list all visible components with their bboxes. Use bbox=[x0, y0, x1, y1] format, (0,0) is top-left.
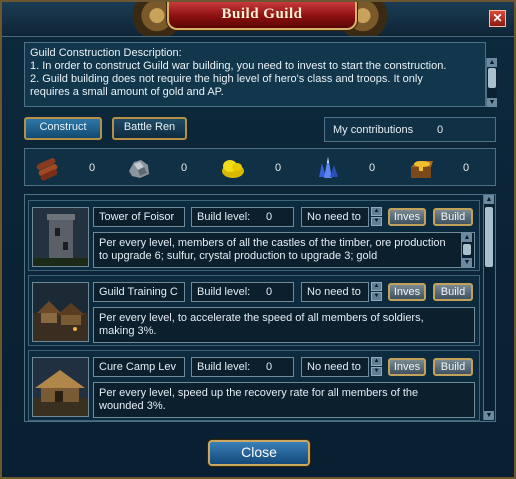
build-level: Build level: 0 bbox=[191, 282, 294, 302]
build-button[interactable]: Build bbox=[433, 358, 473, 376]
build-level-label: Build level: bbox=[197, 361, 251, 373]
gold-value: 0 bbox=[462, 162, 470, 174]
building-name: Cure Camp Lev bbox=[93, 357, 185, 377]
building-row: Tower of Foisor Build level: 0 No need t… bbox=[28, 200, 480, 271]
resource-sulfur: 0 bbox=[213, 155, 303, 181]
build-level-value: 0 bbox=[266, 361, 273, 373]
invest-button[interactable]: Inves bbox=[388, 283, 426, 301]
description-line: 1. In order to construct Guild war build… bbox=[30, 60, 447, 72]
build-level-value: 0 bbox=[266, 211, 273, 223]
build-level: Build level: 0 bbox=[191, 207, 294, 227]
ore-value: 0 bbox=[180, 162, 188, 174]
building-name: Guild Training C bbox=[93, 282, 185, 302]
timber-value: 0 bbox=[88, 162, 96, 174]
scroll-up-icon[interactable]: ▲ bbox=[484, 195, 494, 204]
amount-stepper[interactable]: ▲ ▼ bbox=[371, 357, 382, 377]
resource-bar: 0 0 0 0 0 bbox=[24, 148, 496, 186]
build-level-label: Build level: bbox=[197, 286, 251, 298]
resource-gold: 0 bbox=[401, 155, 491, 181]
scroll-thumb[interactable] bbox=[463, 244, 471, 255]
stepper-down-icon[interactable]: ▼ bbox=[371, 217, 382, 226]
my-contributions: My contributions 0 bbox=[324, 117, 496, 142]
scroll-thumb[interactable] bbox=[485, 207, 493, 267]
invest-amount-field[interactable]: No need to bbox=[301, 207, 369, 227]
build-level: Build level: 0 bbox=[191, 357, 294, 377]
resource-ore: 0 bbox=[119, 155, 209, 181]
building-description: Per every level, to accelerate the speed… bbox=[93, 307, 475, 343]
close-x-icon[interactable]: ✕ bbox=[489, 10, 506, 27]
description-line: 2. Guild building does not require the h… bbox=[30, 73, 423, 85]
invest-button[interactable]: Inves bbox=[388, 358, 426, 376]
building-row: Guild Training C Build level: 0 No need … bbox=[28, 275, 480, 346]
invest-amount-field[interactable]: No need to bbox=[301, 282, 369, 302]
scroll-up-icon[interactable]: ▲ bbox=[487, 58, 497, 67]
building-name: Tower of Foisor bbox=[93, 207, 185, 227]
building-image bbox=[32, 357, 89, 417]
building-image bbox=[32, 282, 89, 342]
ore-icon bbox=[129, 160, 149, 178]
invest-button[interactable]: Inves bbox=[388, 208, 426, 226]
scroll-down-icon[interactable]: ▼ bbox=[484, 411, 494, 420]
build-level-value: 0 bbox=[266, 286, 273, 298]
building-row: Cure Camp Lev Build level: 0 No need to … bbox=[28, 350, 480, 421]
title-plaque: Build Guild bbox=[167, 2, 357, 30]
description-line: Guild Construction Description: bbox=[30, 47, 182, 59]
stepper-down-icon[interactable]: ▼ bbox=[371, 367, 382, 376]
building-image bbox=[32, 207, 89, 267]
title-bar: Build Guild ✕ bbox=[2, 2, 514, 37]
tab-battle[interactable]: Battle Ren bbox=[112, 117, 187, 140]
building-description-scrollbar[interactable]: ▲ ▼ bbox=[461, 233, 472, 267]
stepper-up-icon[interactable]: ▲ bbox=[371, 357, 382, 366]
contributions-value: 0 bbox=[437, 124, 444, 136]
construction-description: Guild Construction Description: 1. In or… bbox=[24, 42, 486, 107]
scroll-thumb[interactable] bbox=[488, 68, 496, 88]
building-list: Tower of Foisor Build level: 0 No need t… bbox=[24, 194, 496, 422]
build-level-label: Build level: bbox=[197, 211, 251, 223]
sulfur-icon bbox=[222, 160, 244, 178]
gold-icon bbox=[411, 161, 433, 178]
close-button[interactable]: Close bbox=[208, 440, 310, 466]
resource-timber: 0 bbox=[27, 155, 117, 181]
crystal-value: 0 bbox=[368, 162, 376, 174]
window-title: Build Guild bbox=[221, 6, 303, 22]
stepper-up-icon[interactable]: ▲ bbox=[371, 282, 382, 291]
building-description: Per every level, speed up the recovery r… bbox=[93, 382, 475, 418]
stepper-up-icon[interactable]: ▲ bbox=[371, 207, 382, 216]
crystal-icon bbox=[319, 157, 338, 178]
sulfur-value: 0 bbox=[274, 162, 282, 174]
scroll-down-icon[interactable]: ▼ bbox=[487, 98, 497, 107]
build-button[interactable]: Build bbox=[433, 283, 473, 301]
tab-construct[interactable]: Construct bbox=[24, 117, 102, 140]
description-line: requires a small amount of gold and AP. bbox=[30, 86, 224, 98]
build-guild-window: Build Guild ✕ Guild Construction Descrip… bbox=[0, 0, 516, 479]
build-button[interactable]: Build bbox=[433, 208, 473, 226]
amount-stepper[interactable]: ▲ ▼ bbox=[371, 282, 382, 302]
amount-stepper[interactable]: ▲ ▼ bbox=[371, 207, 382, 227]
building-list-scrollbar[interactable]: ▲ ▼ bbox=[483, 195, 494, 420]
invest-amount-field[interactable]: No need to bbox=[301, 357, 369, 377]
stepper-down-icon[interactable]: ▼ bbox=[371, 292, 382, 301]
timber-icon bbox=[36, 158, 58, 181]
contributions-label: My contributions bbox=[333, 124, 414, 136]
building-description: Per every level, members of all the cast… bbox=[93, 232, 475, 268]
description-scrollbar[interactable]: ▲ ▼ bbox=[486, 58, 497, 107]
scroll-up-icon[interactable]: ▲ bbox=[462, 233, 472, 242]
resource-crystal: 0 bbox=[307, 155, 397, 181]
scroll-down-icon[interactable]: ▼ bbox=[462, 258, 472, 267]
